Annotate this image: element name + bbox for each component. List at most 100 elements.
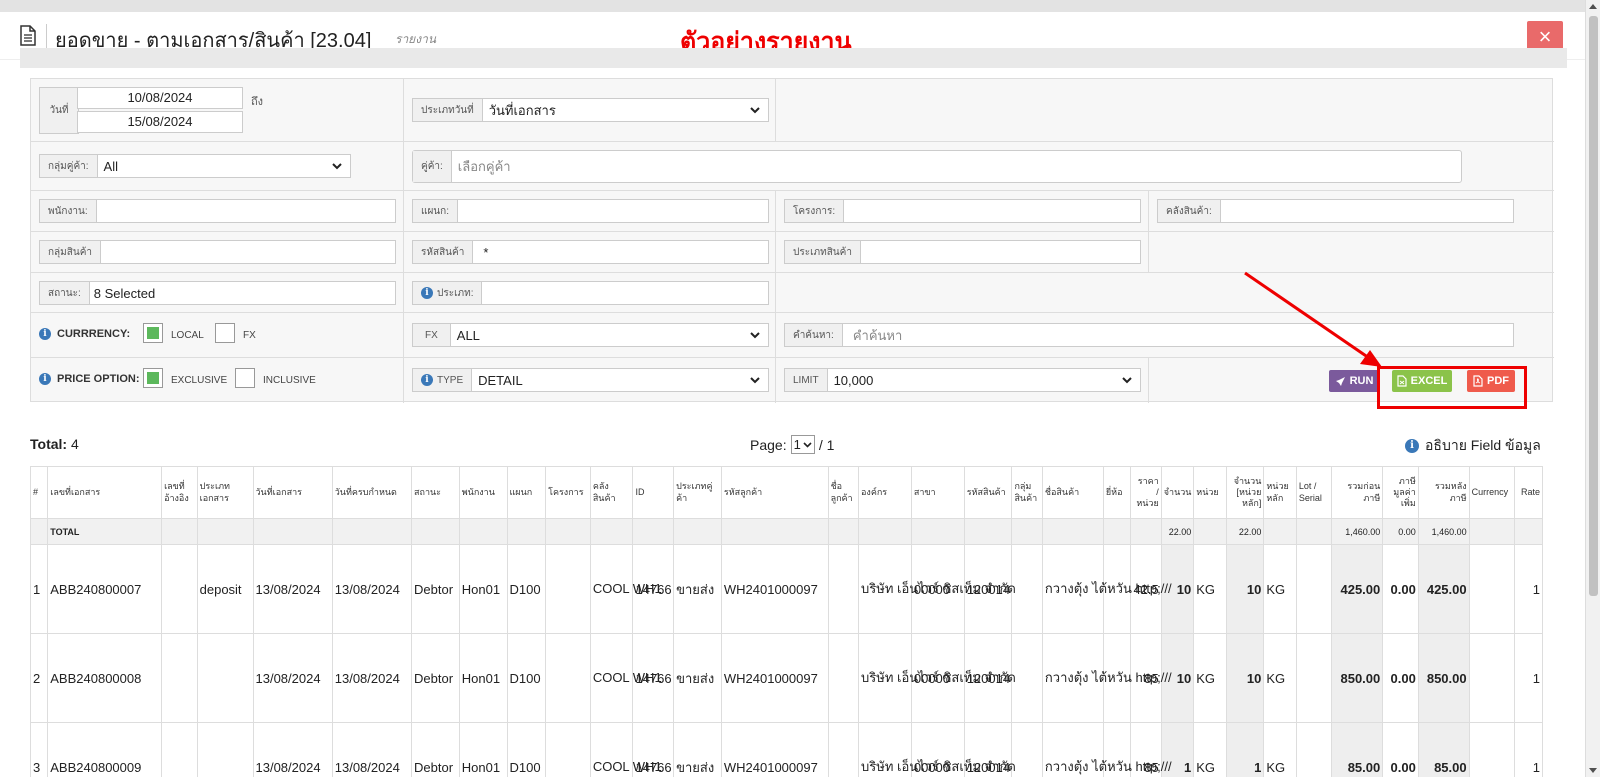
local-label: LOCAL	[171, 330, 204, 341]
total-cell	[589, 518, 634, 545]
run-button[interactable]: RUN	[1329, 370, 1379, 392]
product-type-input[interactable]: ประเภทสินค้า	[784, 240, 1141, 264]
fx-select[interactable]: FX ALL	[412, 323, 769, 347]
column-header[interactable]: วันที่ครบกำหนด	[331, 466, 413, 519]
cell-customer-code: WH2401000097	[720, 544, 829, 634]
cell-doc: ABB240800007	[47, 544, 163, 634]
cell-unit-main: KG	[1263, 544, 1297, 634]
type2-select[interactable]: i TYPE DETAIL	[412, 368, 769, 392]
column-header[interactable]: องค์กร	[858, 466, 912, 519]
vertical-scrollbar[interactable]	[1585, 0, 1600, 777]
type2-cell: i TYPE DETAIL	[404, 358, 776, 403]
local-checkbox[interactable]	[143, 323, 163, 343]
column-header[interactable]: ID	[632, 466, 675, 519]
scroll-down-arrow-icon[interactable]	[1589, 768, 1597, 773]
column-header[interactable]: ภาษี มูลค่า เพิ่ม	[1382, 466, 1419, 519]
column-header[interactable]: คลัง สินค้า	[589, 466, 634, 519]
cell-unit: KG	[1193, 633, 1227, 723]
status-select[interactable]: สถานะ: 8 Selected	[39, 281, 396, 305]
type-input[interactable]: i ประเภท:	[412, 281, 769, 305]
total-cell	[1130, 518, 1162, 545]
column-header[interactable]: รวมหลัง ภาษี	[1417, 466, 1470, 519]
column-header[interactable]: รวมก่อน ภาษี	[1331, 466, 1384, 519]
column-header[interactable]: แผนก	[506, 466, 547, 519]
column-header[interactable]: ชื่อสินค้า	[1041, 466, 1104, 519]
inclusive-checkbox[interactable]	[235, 368, 255, 388]
cell-status: Debtor	[411, 544, 460, 634]
employee-input[interactable]: พนักงาน:	[39, 199, 396, 223]
fx-checkbox[interactable]	[215, 323, 235, 343]
page-select[interactable]: 1	[790, 435, 815, 454]
cell-no: 1	[29, 544, 49, 634]
column-header[interactable]: Currency	[1468, 466, 1516, 519]
column-header[interactable]: วันที่เอกสาร	[252, 466, 333, 519]
fx-select-value: ALL	[456, 327, 480, 343]
customer-group-select[interactable]: กลุ่มคู่ค้า: All	[39, 154, 351, 178]
cell-rate: 1	[1514, 544, 1543, 634]
column-header[interactable]: สาขา	[910, 466, 965, 519]
field-info-link[interactable]: i อธิบาย Field ข้อมูล	[1405, 435, 1541, 457]
column-header[interactable]: ยี่ห้อ	[1102, 466, 1132, 519]
scrollbar-thumb[interactable]	[1589, 16, 1598, 596]
column-header[interactable]: โครงการ	[545, 466, 591, 519]
column-header[interactable]: รหัสสินค้า	[963, 466, 1013, 519]
column-header[interactable]: จำนวน	[1160, 466, 1195, 519]
cell-employee: Hon01	[458, 722, 508, 777]
cell-doc-date: 13/08/2024	[252, 544, 333, 634]
column-header[interactable]: รหัสลูกค้า	[720, 466, 829, 519]
cell-qty-main: 1	[1225, 722, 1265, 777]
column-header[interactable]: ประเภท เอกสาร	[196, 466, 254, 519]
cell-product-code: 120014	[963, 722, 1013, 777]
date-type-select[interactable]: ประเภทวันที่ วันที่เอกสาร	[412, 98, 769, 122]
product-code-label: รหัสสินค้า	[413, 241, 474, 263]
type2-label: TYPE	[437, 374, 464, 386]
customer-select[interactable]: คู่ค้า: เลือกคู่ค้า	[412, 150, 1462, 183]
cell-rate: 1	[1514, 722, 1543, 777]
column-header[interactable]: Rate	[1514, 466, 1543, 519]
table-row[interactable]: 1 ABB240800007 deposit 13/08/2024 13/08/2024…	[29, 544, 1543, 634]
cell-id: 14766	[632, 722, 675, 777]
column-header[interactable]: ราคา / หน่วย	[1130, 466, 1162, 519]
warehouse-input[interactable]: คลังสินค้า:	[1157, 199, 1514, 223]
cell-partner-type: ขายส่ง	[673, 544, 722, 634]
project-input[interactable]: โครงการ:	[784, 199, 1141, 223]
product-code-input[interactable]: รหัสสินค้า *	[412, 240, 769, 264]
total-cell	[827, 518, 860, 545]
cell-customer-name	[827, 633, 860, 723]
column-header[interactable]: เลขที่เอกสาร	[47, 466, 163, 519]
column-header[interactable]: เลขที่ อ้างอิง	[161, 466, 198, 519]
table-row[interactable]: 3 ABB240800009 13/08/2024 13/08/2024 Debtor H…	[29, 722, 1543, 777]
total-cell	[161, 518, 198, 545]
department-input[interactable]: แผนก:	[412, 199, 769, 223]
column-header[interactable]: พนักงาน	[458, 466, 508, 519]
date-from-input[interactable]: 10/08/2024	[77, 87, 243, 109]
column-header[interactable]: สถานะ	[411, 466, 460, 519]
cell-before-tax: 85.00	[1331, 722, 1384, 777]
product-code-value: *	[483, 244, 489, 260]
cell-warehouse: COOL WH1	[589, 633, 662, 723]
cell-due-date: 13/08/2024	[331, 722, 413, 777]
column-header[interactable]: #	[29, 466, 49, 519]
column-header[interactable]: กลุ่ม สินค้า	[1011, 466, 1043, 519]
cell-no: 3	[29, 722, 49, 777]
total-cell	[1263, 518, 1297, 545]
column-header[interactable]: หน่วย หลัก	[1263, 466, 1297, 519]
scroll-up-arrow-icon[interactable]	[1589, 4, 1597, 9]
product-group-input[interactable]: กลุ่มสินค้า	[39, 240, 396, 264]
column-header[interactable]: Lot / Serial	[1295, 466, 1333, 519]
cell-unit-main: KG	[1263, 633, 1297, 723]
limit-cell: LIMIT 10,000	[776, 358, 1149, 403]
exclusive-checkbox[interactable]	[143, 368, 163, 388]
column-header[interactable]: ประเภทคู่ ค้า	[673, 466, 722, 519]
table-row[interactable]: 2 ABB240800008 13/08/2024 13/08/2024 Debtor H…	[29, 633, 1543, 723]
cell-ref	[161, 544, 198, 634]
date-to-input[interactable]: 15/08/2024	[77, 111, 243, 133]
price-option-cell: i PRICE OPTION: EXCLUSIVE INCLUSIVE	[31, 358, 404, 403]
keyword-input[interactable]: คำค้นหา: คำค้นหา	[784, 323, 1514, 347]
column-header[interactable]: หน่วย	[1193, 466, 1227, 519]
column-header[interactable]: ชื่อ ลูกค้า	[827, 466, 860, 519]
limit-select[interactable]: LIMIT 10,000	[784, 368, 1141, 392]
cell-customer-code: WH2401000097	[720, 722, 829, 777]
column-header[interactable]: จำนวน [หน่วย หลัก]	[1225, 466, 1265, 519]
info-icon: i	[421, 374, 433, 386]
